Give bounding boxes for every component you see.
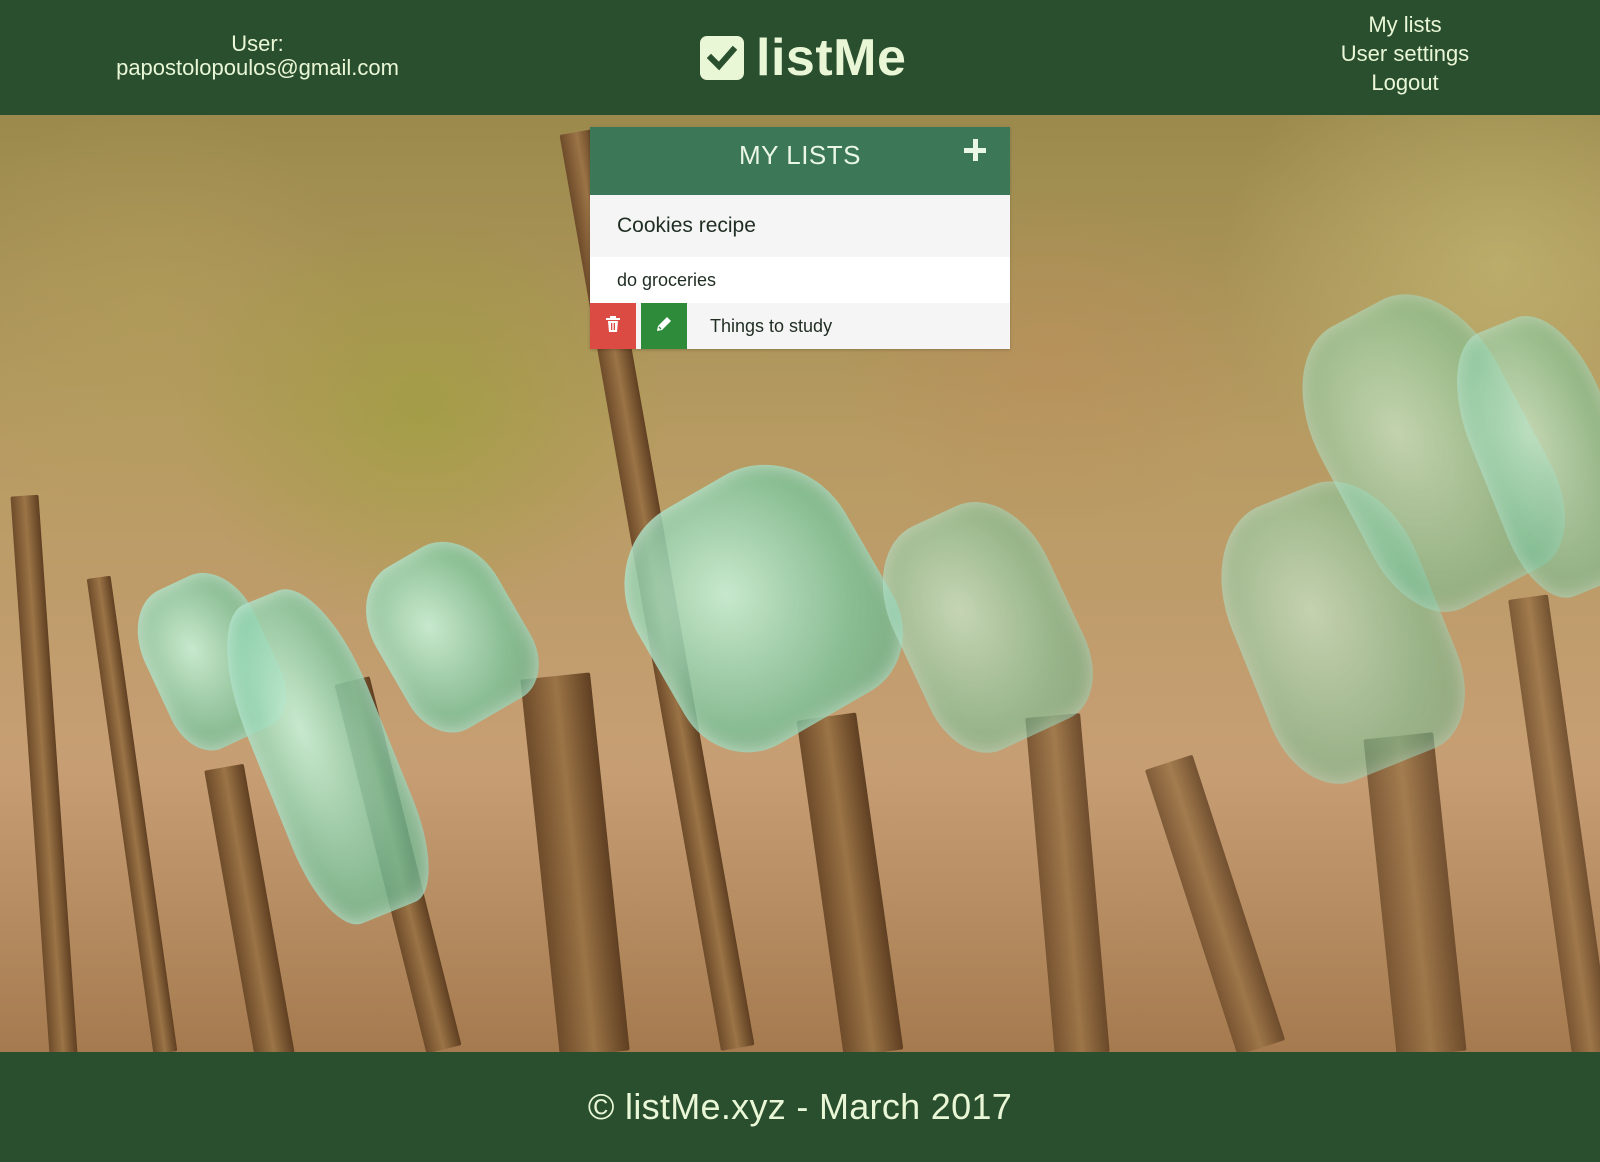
- top-header: User: papostolopoulos@gmail.com listMe M…: [0, 0, 1600, 115]
- list-item-label: Cookies recipe: [617, 214, 756, 237]
- nav-user-settings[interactable]: User settings: [1310, 39, 1500, 68]
- list-item-things-to-study[interactable]: Things to study: [590, 303, 1010, 349]
- page-footer: © listMe.xyz - March 2017: [0, 1052, 1600, 1162]
- list-item-cookies-recipe[interactable]: Cookies recipe: [590, 195, 1010, 257]
- nav-my-lists[interactable]: My lists: [1310, 10, 1500, 39]
- list-item-label: do groceries: [617, 270, 717, 290]
- main-nav: My lists User settings Logout: [1310, 10, 1500, 97]
- my-lists-title: MY LISTS: [738, 140, 861, 170]
- brand-name: listMe: [756, 29, 907, 87]
- user-label: User:: [231, 31, 284, 56]
- user-email: papostolopoulos@gmail.com: [116, 55, 399, 80]
- list-item-do-groceries[interactable]: do groceries: [590, 257, 1010, 303]
- user-info: User: papostolopoulos@gmail.com: [95, 32, 420, 80]
- footer-copyright: © listMe.xyz - March 2017: [587, 1086, 1013, 1127]
- my-lists-header: MY LISTS: [590, 127, 1010, 195]
- pencil-icon: [656, 303, 672, 349]
- list-item-label: Things to study: [710, 316, 833, 336]
- delete-list-button[interactable]: [590, 303, 636, 349]
- my-lists-card: MY LISTS Cookies recipe do groceries Thi…: [590, 127, 1010, 349]
- brand-logo[interactable]: listMe: [700, 29, 907, 87]
- nav-logout[interactable]: Logout: [1310, 68, 1500, 97]
- edit-list-button[interactable]: [641, 303, 687, 349]
- checkbox-icon: [700, 36, 744, 80]
- trash-icon: [606, 303, 620, 349]
- plus-icon[interactable]: [960, 135, 990, 165]
